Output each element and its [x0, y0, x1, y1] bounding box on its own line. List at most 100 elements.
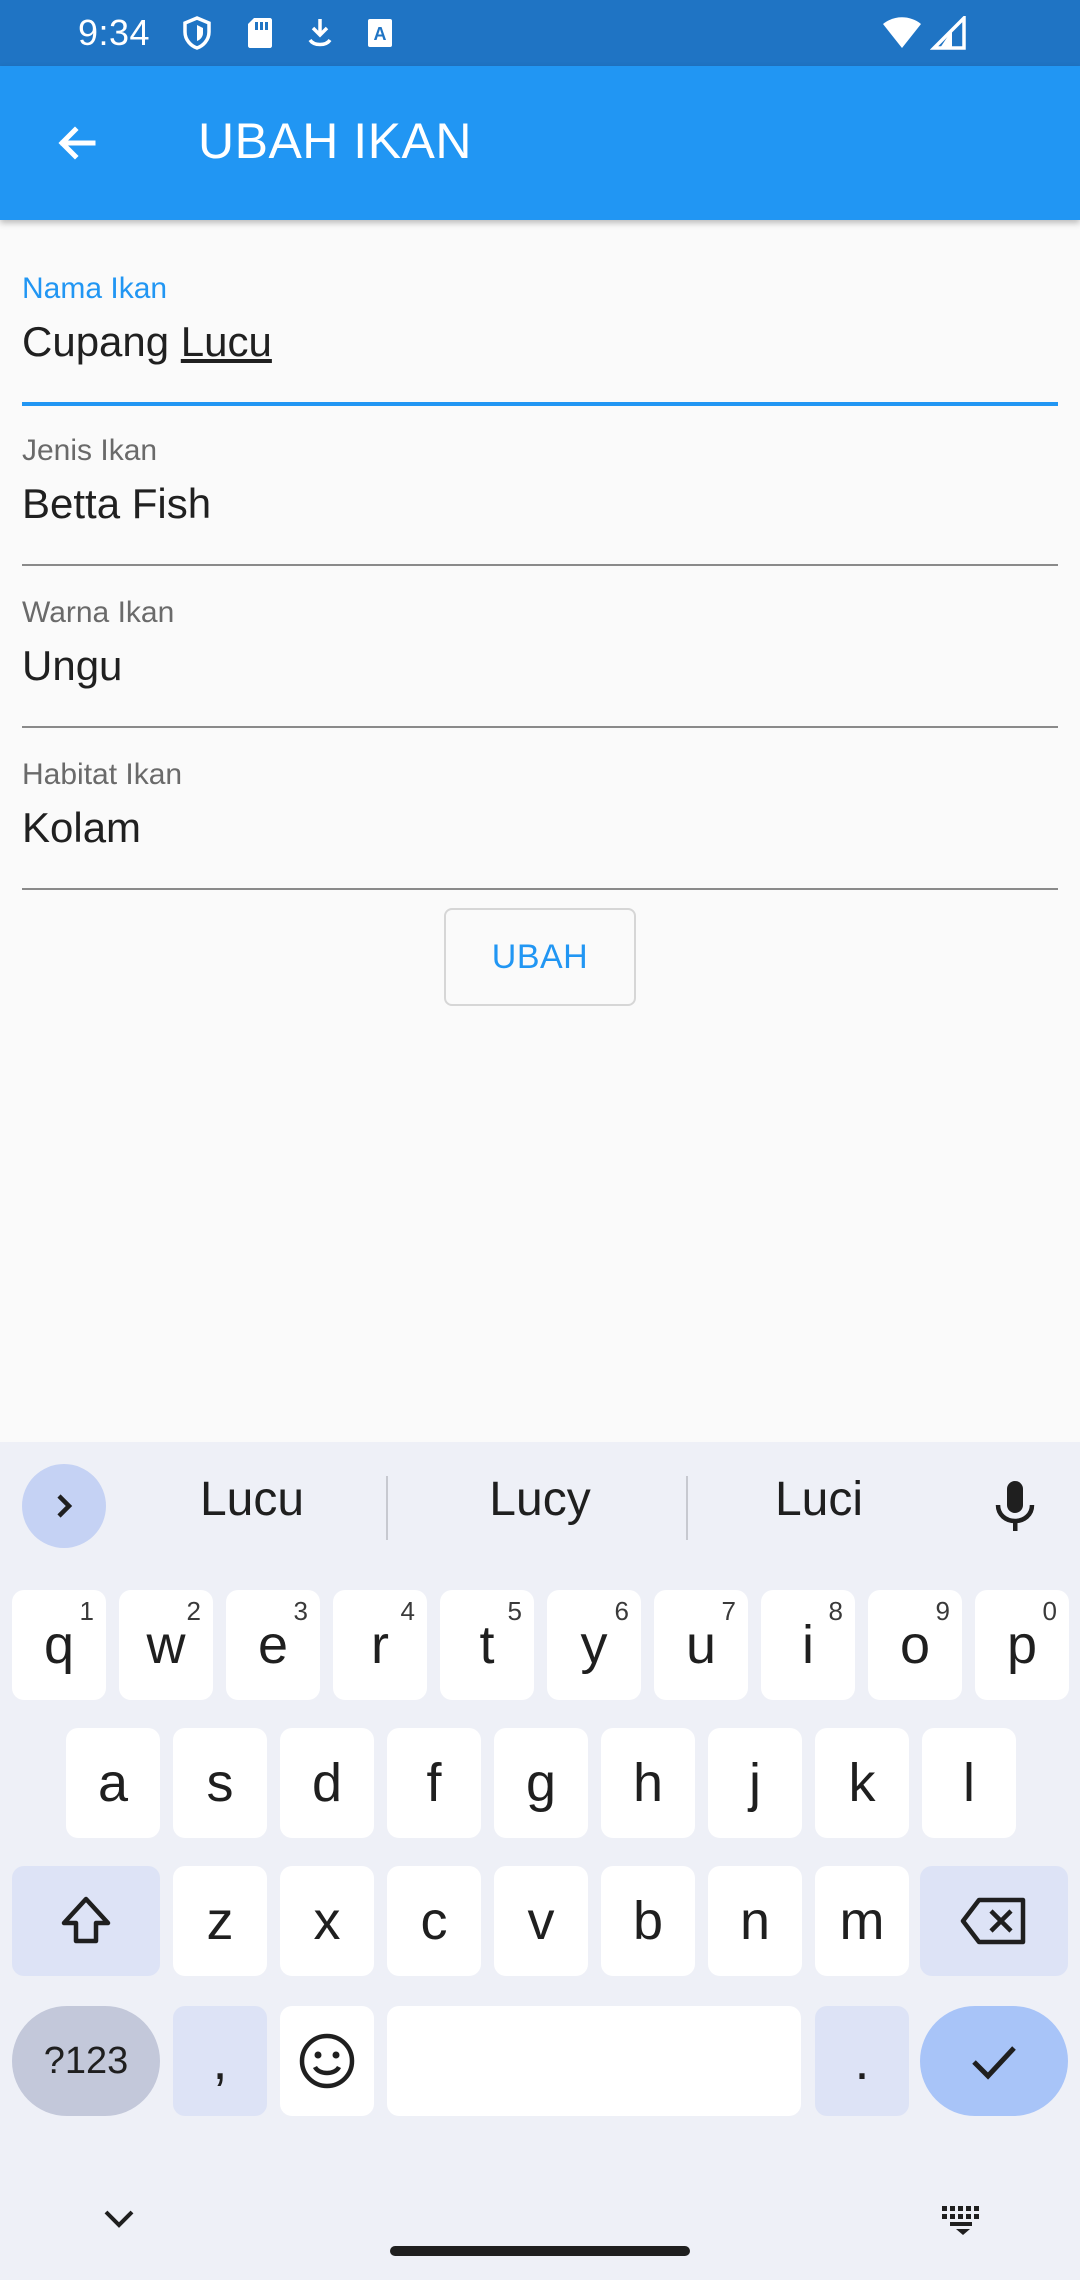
suggestion-strip: Lucu Lucy Luci [0, 1442, 1080, 1566]
habitat-ikan-input[interactable]: Kolam [22, 804, 141, 852]
key-hint: 7 [721, 1596, 736, 1626]
app-bar: UBAH IKAN [0, 66, 1080, 220]
key-a[interactable]: a [66, 1728, 160, 1838]
comma-key[interactable]: , [173, 2006, 267, 2116]
key-r[interactable]: r4 [333, 1590, 427, 1700]
warna-ikan-field[interactable]: Warna Ikan Ungu [22, 596, 1058, 728]
nama-ikan-value-text: Cupang [22, 318, 181, 365]
suggestion-1[interactable]: Lucu [140, 1472, 364, 1527]
key-x[interactable]: x [280, 1866, 374, 1976]
habitat-ikan-underline [22, 888, 1058, 890]
key-label: u [685, 1615, 717, 1675]
jenis-ikan-underline [22, 564, 1058, 566]
key-label: q [43, 1615, 75, 1675]
status-time: 9:34 [78, 12, 151, 53]
emoji-icon [299, 2033, 355, 2089]
nama-ikan-label: Nama Ikan [22, 272, 168, 305]
key-h[interactable]: h [601, 1728, 695, 1838]
nama-ikan-input[interactable]: Cupang Lucu [22, 318, 272, 366]
key-p[interactable]: p0 [975, 1590, 1069, 1700]
habitat-ikan-label: Habitat Ikan [22, 758, 183, 791]
key-u[interactable]: u7 [654, 1590, 748, 1700]
status-bar: 9:34 A [0, 0, 1080, 66]
period-key[interactable]: . [815, 2006, 909, 2116]
key-hint: 5 [507, 1596, 522, 1626]
key-hint: 9 [935, 1596, 950, 1626]
key-c[interactable]: c [387, 1866, 481, 1976]
key-d[interactable]: d [280, 1728, 374, 1838]
page-title: UBAH IKAN [198, 113, 473, 169]
hide-keyboard-button[interactable] [98, 2204, 140, 2239]
key-label: r [371, 1615, 389, 1675]
emoji-key[interactable] [280, 2006, 374, 2116]
back-button[interactable] [42, 108, 112, 178]
space-key[interactable] [387, 2006, 801, 2116]
key-hint: 6 [614, 1596, 629, 1626]
nama-ikan-underline [22, 402, 1058, 406]
font-icon: A [364, 14, 396, 52]
jenis-ikan-input[interactable]: Betta Fish [22, 480, 211, 528]
suggestion-2[interactable]: Lucy [410, 1472, 670, 1527]
key-g[interactable]: g [494, 1728, 588, 1838]
key-q[interactable]: q1 [12, 1590, 106, 1700]
key-e[interactable]: e3 [226, 1590, 320, 1700]
backspace-icon [960, 1897, 1026, 1945]
key-l[interactable]: l [922, 1728, 1016, 1838]
suggestion-3[interactable]: Luci [706, 1472, 932, 1527]
shift-icon [61, 1896, 111, 1944]
key-z[interactable]: z [173, 1866, 267, 1976]
key-t[interactable]: t5 [440, 1590, 534, 1700]
nama-ikan-composing-text: Lucu [180, 318, 272, 365]
key-hint: 3 [293, 1596, 308, 1626]
microphone-icon [995, 1481, 1035, 1531]
keyboard-nav-row [0, 2172, 1080, 2280]
shift-key[interactable] [12, 1866, 160, 1976]
key-s[interactable]: s [173, 1728, 267, 1838]
key-hint: 0 [1042, 1596, 1057, 1626]
backspace-key[interactable] [920, 1866, 1068, 1976]
key-i[interactable]: i8 [761, 1590, 855, 1700]
home-indicator[interactable] [390, 2246, 690, 2256]
key-y[interactable]: y6 [547, 1590, 641, 1700]
key-hint: 8 [828, 1596, 843, 1626]
download-icon [304, 14, 336, 52]
chevron-right-icon [57, 1494, 73, 1518]
expand-toolbar-button[interactable] [22, 1464, 106, 1548]
key-n[interactable]: n [708, 1866, 802, 1976]
arrow-left-icon [58, 126, 96, 160]
enter-key[interactable] [920, 2006, 1068, 2116]
key-hint: 2 [186, 1596, 201, 1626]
shield-icon [178, 14, 216, 52]
nama-ikan-field[interactable]: Nama Ikan Cupang Lucu [22, 272, 1058, 406]
habitat-ikan-field[interactable]: Habitat Ikan Kolam [22, 758, 1058, 890]
key-label: t [479, 1615, 495, 1675]
key-label: o [899, 1615, 931, 1675]
key-f[interactable]: f [387, 1728, 481, 1838]
voice-input-button[interactable] [980, 1472, 1050, 1542]
key-label: e [257, 1615, 289, 1675]
warna-ikan-underline [22, 726, 1058, 728]
suggestion-divider [386, 1476, 388, 1540]
svg-text:A: A [374, 24, 387, 44]
key-v[interactable]: v [494, 1866, 588, 1976]
key-hint: 4 [400, 1596, 415, 1626]
wifi-icon [880, 14, 924, 52]
key-j[interactable]: j [708, 1728, 802, 1838]
ubah-button[interactable]: UBAH [444, 908, 636, 1006]
key-m[interactable]: m [815, 1866, 909, 1976]
jenis-ikan-field[interactable]: Jenis Ikan Betta Fish [22, 434, 1058, 566]
key-o[interactable]: o9 [868, 1590, 962, 1700]
jenis-ikan-label: Jenis Ikan [22, 434, 158, 467]
key-label: p [1006, 1615, 1038, 1675]
symbols-key[interactable]: ?123 [12, 2006, 160, 2116]
keyboard-switch-button[interactable] [940, 2202, 986, 2241]
warna-ikan-label: Warna Ikan [22, 596, 175, 629]
key-k[interactable]: k [815, 1728, 909, 1838]
warna-ikan-input[interactable]: Ungu [22, 642, 122, 690]
key-label: y [580, 1615, 608, 1675]
chevron-down-icon [104, 2210, 134, 2228]
key-b[interactable]: b [601, 1866, 695, 1976]
key-hint: 1 [79, 1596, 94, 1626]
key-label: w [146, 1615, 186, 1675]
key-w[interactable]: w2 [119, 1590, 213, 1700]
